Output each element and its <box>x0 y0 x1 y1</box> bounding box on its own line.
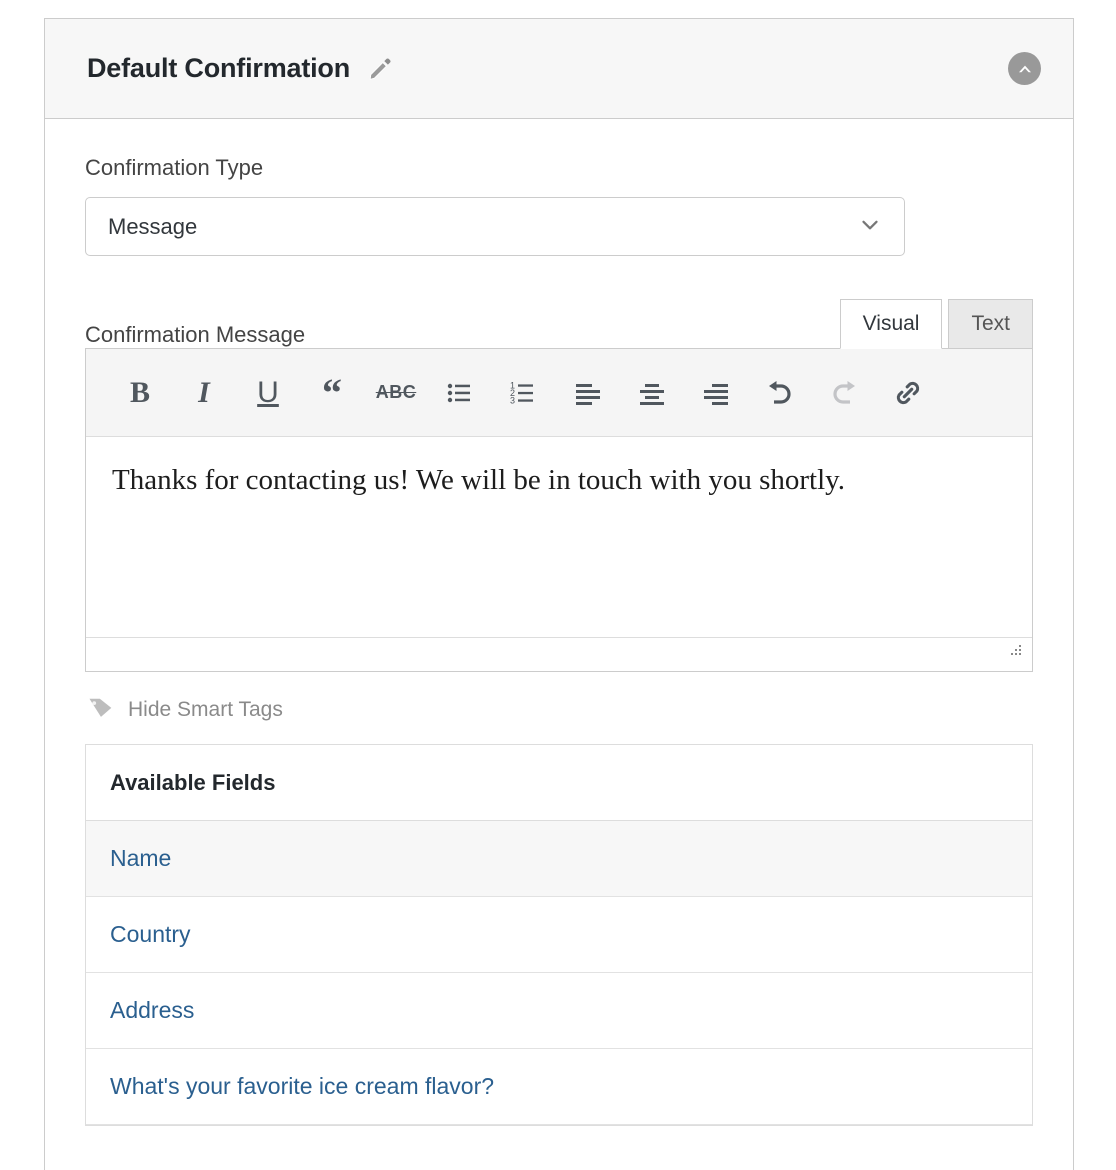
table-row[interactable]: Country <box>86 897 1032 973</box>
editor-mode-tabs: Visual Text <box>839 299 1033 349</box>
table-row[interactable]: What's your favorite ice cream flavor? <box>86 1049 1032 1125</box>
pencil-icon[interactable] <box>367 56 393 82</box>
table-row[interactable]: Address <box>86 973 1032 1049</box>
panel-body: Confirmation Type Message Confirmation M… <box>45 119 1073 1126</box>
align-center-icon[interactable] <box>620 363 684 423</box>
svg-text:3: 3 <box>510 395 515 405</box>
table-row[interactable]: Name <box>86 821 1032 897</box>
confirmation-message-label: Confirmation Message <box>85 322 306 347</box>
bold-icon[interactable]: B <box>108 363 172 423</box>
confirmation-type-label: Confirmation Type <box>85 155 264 180</box>
message-editor-content[interactable]: Thanks for contacting us! We will be in … <box>86 437 1032 637</box>
numbered-list-icon[interactable]: 1 2 3 <box>492 363 556 423</box>
field-link[interactable]: Address <box>110 997 194 1024</box>
bulleted-list-icon[interactable] <box>428 363 492 423</box>
tab-text[interactable]: Text <box>948 299 1033 349</box>
resize-grip-icon[interactable] <box>1004 640 1024 665</box>
toggle-smart-tags-button[interactable]: Hide Smart Tags <box>87 694 283 726</box>
confirmation-type-select-wrapper: Message <box>85 197 905 256</box>
editor-toolbar: B I U “ ABC 1 2 3 <box>86 349 1032 437</box>
tag-icon <box>87 694 114 726</box>
confirmation-settings-panel: Default Confirmation Confirmation Type M… <box>44 18 1074 1170</box>
align-left-icon[interactable] <box>556 363 620 423</box>
redo-icon <box>812 363 876 423</box>
align-right-icon[interactable] <box>684 363 748 423</box>
wysiwyg-editor: B I U “ ABC 1 2 3 Thanks for contacting … <box>85 348 1033 672</box>
field-link[interactable]: Name <box>110 845 171 872</box>
collapse-panel-button[interactable] <box>1008 52 1041 85</box>
strikethrough-icon[interactable]: ABC <box>364 363 428 423</box>
tab-visual[interactable]: Visual <box>839 299 943 349</box>
available-fields-header: Available Fields <box>86 745 1032 821</box>
smart-tags-label: Hide Smart Tags <box>128 698 283 721</box>
confirmation-type-select[interactable]: Message <box>85 197 905 256</box>
link-icon[interactable] <box>876 363 940 423</box>
italic-icon[interactable]: I <box>172 363 236 423</box>
editor-statusbar <box>86 637 1032 671</box>
chevron-up-icon <box>1018 65 1031 72</box>
confirmation-type-value: Message <box>108 213 198 239</box>
confirmation-message-header-row: Confirmation Message Visual Text <box>85 296 1033 349</box>
field-link[interactable]: What's your favorite ice cream flavor? <box>110 1073 494 1100</box>
blockquote-icon[interactable]: “ <box>300 363 364 423</box>
page-title: Default Confirmation <box>87 53 350 83</box>
undo-icon[interactable] <box>748 363 812 423</box>
field-link[interactable]: Country <box>110 921 191 948</box>
panel-header: Default Confirmation <box>45 19 1073 119</box>
underline-icon[interactable]: U <box>236 363 300 423</box>
available-fields-table: Available Fields Name Country Address Wh… <box>85 744 1033 1126</box>
